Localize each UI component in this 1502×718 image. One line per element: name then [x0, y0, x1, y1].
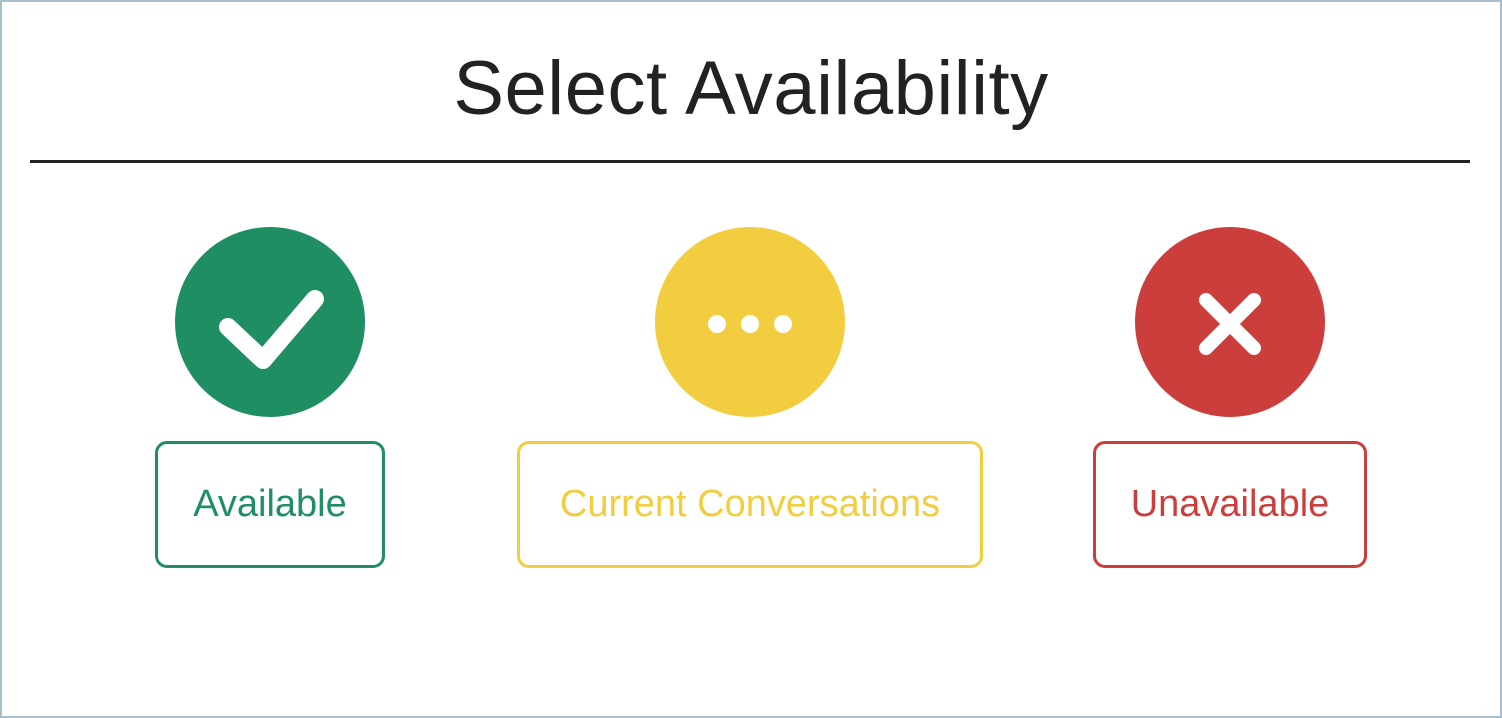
available-label: Available	[193, 483, 347, 525]
title-divider	[30, 160, 1470, 163]
current-conversations-status-circle[interactable]	[655, 227, 845, 417]
current-conversations-label: Current Conversations	[559, 483, 941, 525]
available-status-circle[interactable]	[175, 227, 365, 417]
unavailable-status-circle[interactable]	[1135, 227, 1325, 417]
ellipsis-icon	[708, 315, 792, 333]
current-conversations-button[interactable]: Current Conversations	[517, 441, 983, 568]
close-icon	[1199, 293, 1261, 355]
unavailable-label: Unavailable	[1130, 483, 1330, 525]
check-icon	[219, 290, 324, 369]
availability-panel: Select Availability Available Current Co…	[0, 0, 1502, 718]
unavailable-button[interactable]: Unavailable	[1093, 441, 1367, 568]
available-button[interactable]: Available	[155, 441, 385, 568]
page-title: Select Availability	[453, 46, 1049, 131]
